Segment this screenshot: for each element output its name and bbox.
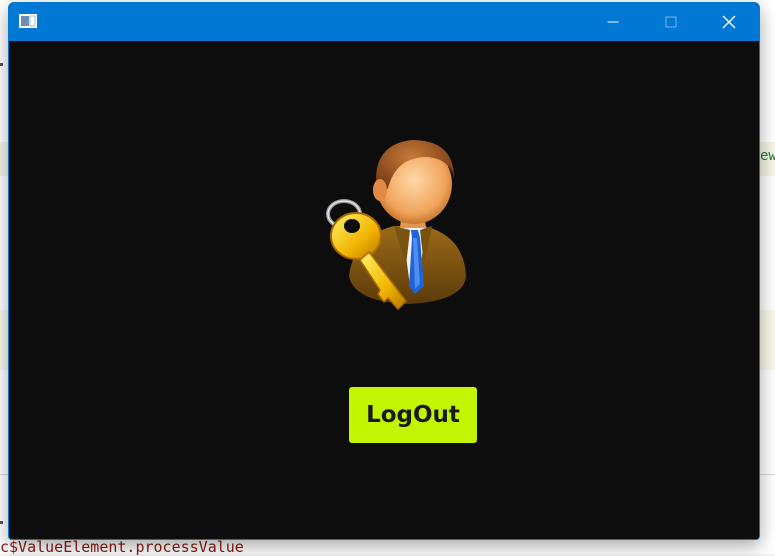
background-code-line: c$ValueElement.processValue	[0, 538, 244, 556]
minimize-icon	[607, 21, 619, 23]
close-button[interactable]	[700, 3, 758, 41]
background-code-fragment: ew	[760, 148, 775, 164]
window-content: LogOut	[9, 41, 759, 539]
logout-window: LogOut	[8, 2, 760, 540]
title-bar[interactable]	[9, 3, 759, 41]
background-marker	[0, 63, 3, 66]
close-icon	[722, 15, 736, 29]
user-with-key-icon	[326, 140, 466, 311]
maximize-button[interactable]	[642, 3, 700, 41]
app-window-icon	[19, 14, 37, 28]
background-marker	[0, 521, 3, 524]
logout-button[interactable]: LogOut	[349, 387, 477, 443]
maximize-icon	[665, 16, 677, 28]
minimize-button[interactable]	[584, 3, 642, 41]
